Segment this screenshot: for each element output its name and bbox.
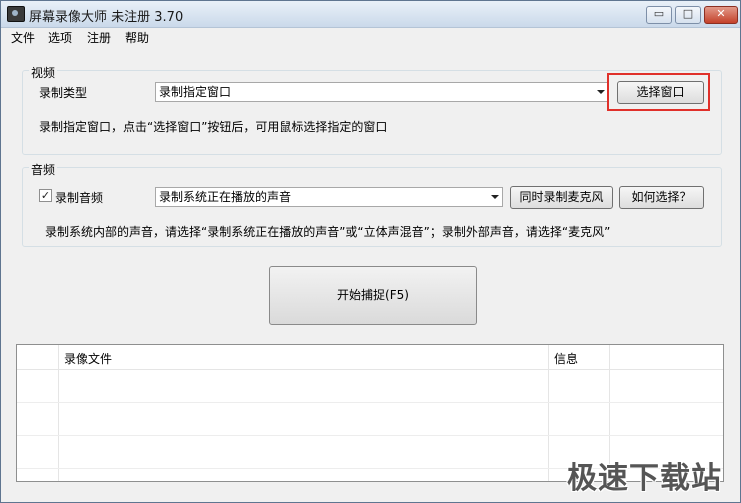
- record-type-label: 录制类型: [39, 86, 88, 100]
- site-watermark: 极速下载站: [567, 461, 722, 496]
- title-bar: 屏幕录像大师 未注册 3.70 ▭ □ ✕: [1, 1, 740, 28]
- record-mic-button[interactable]: 同时录制麦克风: [510, 186, 613, 209]
- chevron-down-icon: [597, 90, 605, 94]
- column-header-file[interactable]: 录像文件: [64, 350, 112, 367]
- column-divider: [548, 345, 549, 481]
- table-row: [17, 402, 723, 403]
- how-to-choose-button[interactable]: 如何选择？: [619, 186, 704, 209]
- close-button[interactable]: ✕: [704, 6, 738, 24]
- select-window-button[interactable]: 选择窗口: [617, 81, 704, 104]
- column-header-info[interactable]: 信息: [554, 350, 578, 367]
- record-type-select[interactable]: 录制指定窗口: [155, 82, 609, 102]
- menu-options[interactable]: 选项: [48, 29, 72, 46]
- menu-register[interactable]: 注册: [87, 29, 111, 46]
- app-window: 屏幕录像大师 未注册 3.70 ▭ □ ✕ 文件 选项 注册 帮助 视频 录制类…: [0, 0, 741, 503]
- video-hint: 录制指定窗口，点击“选择窗口”按钮后，可用鼠标选择指定的窗口: [39, 120, 388, 134]
- video-group-label: 视频: [29, 64, 58, 81]
- menu-help[interactable]: 帮助: [125, 29, 149, 46]
- column-divider: [58, 345, 59, 481]
- table-row: [17, 435, 723, 436]
- audio-source-value: 录制系统正在播放的声音: [159, 190, 292, 204]
- menu-bar: 文件 选项 注册 帮助: [1, 28, 740, 46]
- start-capture-button[interactable]: 开始捕捉(F5): [269, 266, 477, 325]
- audio-group-label: 音频: [29, 161, 58, 178]
- window-title: 屏幕录像大师 未注册 3.70: [29, 10, 184, 25]
- minimize-button[interactable]: ▭: [646, 6, 672, 24]
- table-header: 录像文件 信息: [17, 345, 723, 370]
- record-type-value: 录制指定窗口: [159, 85, 232, 99]
- audio-source-select[interactable]: 录制系统正在播放的声音: [155, 187, 503, 207]
- maximize-button[interactable]: □: [675, 6, 701, 24]
- record-audio-checkbox[interactable]: ✓: [39, 189, 52, 202]
- chevron-down-icon: [491, 195, 499, 199]
- audio-hint: 录制系统内部的声音，请选择“录制系统正在播放的声音”或“立体声混音”；录制外部声…: [45, 225, 611, 239]
- menu-file[interactable]: 文件: [11, 29, 35, 46]
- record-audio-label: 录制音频: [55, 191, 104, 205]
- camera-app-icon: [7, 6, 25, 22]
